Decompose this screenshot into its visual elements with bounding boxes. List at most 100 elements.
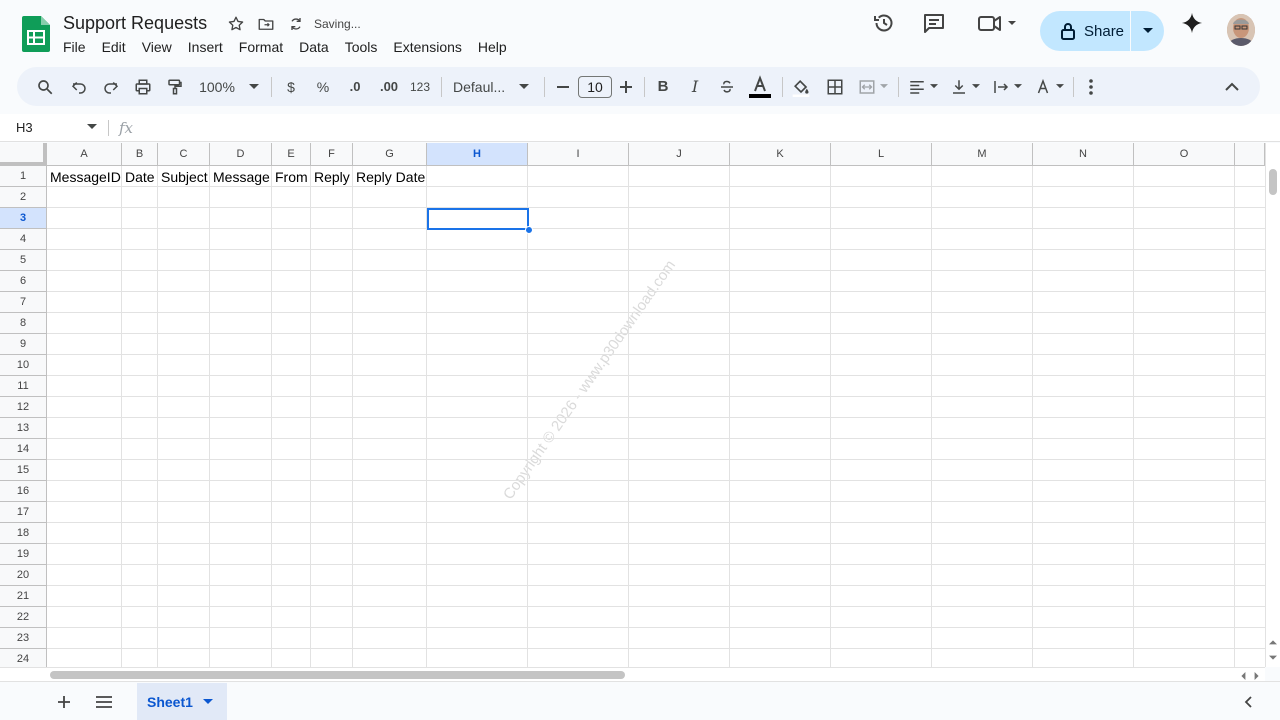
- caret-down-icon[interactable]: [87, 124, 97, 130]
- merge-cells-icon[interactable]: [855, 67, 891, 106]
- star-icon[interactable]: [226, 14, 246, 34]
- row-header-8[interactable]: 8: [0, 313, 47, 334]
- row-header-23[interactable]: 23: [0, 628, 47, 649]
- column-header-k[interactable]: K: [730, 143, 831, 166]
- row-header-16[interactable]: 16: [0, 481, 47, 502]
- gemini-icon[interactable]: [1180, 11, 1204, 35]
- redo-icon[interactable]: [99, 67, 123, 106]
- row-header-10[interactable]: 10: [0, 355, 47, 376]
- all-sheets-icon[interactable]: [92, 690, 116, 714]
- zoom-select[interactable]: 100%: [197, 67, 261, 106]
- row-header-21[interactable]: 21: [0, 586, 47, 607]
- column-header-g[interactable]: G: [353, 143, 427, 166]
- column-header-j[interactable]: J: [629, 143, 730, 166]
- cell-f1[interactable]: Reply: [311, 167, 353, 187]
- fill-handle[interactable]: [525, 226, 533, 234]
- row-header-4[interactable]: 4: [0, 229, 47, 250]
- increase-decimal-button[interactable]: .00: [375, 67, 403, 106]
- text-color-icon[interactable]: [748, 67, 772, 106]
- horizontal-scrollbar[interactable]: [0, 667, 1265, 681]
- cell-b1[interactable]: Date: [122, 167, 158, 187]
- sheets-logo[interactable]: [22, 16, 50, 52]
- italic-button[interactable]: I: [685, 67, 705, 106]
- user-avatar[interactable]: [1227, 14, 1255, 46]
- column-header-a[interactable]: A: [47, 143, 122, 166]
- row-header-3[interactable]: 3: [0, 208, 47, 229]
- cell-d1[interactable]: Message: [210, 167, 272, 187]
- menu-tools[interactable]: Tools: [345, 38, 386, 57]
- cell-c1[interactable]: Subject: [158, 167, 210, 187]
- decrease-decimal-button[interactable]: .0: [343, 67, 367, 106]
- borders-icon[interactable]: [823, 67, 847, 106]
- select-all-corner[interactable]: [0, 143, 47, 166]
- bold-button[interactable]: B: [653, 67, 673, 106]
- row-header-15[interactable]: 15: [0, 460, 47, 481]
- sheet-tab-sheet1[interactable]: Sheet1: [137, 683, 227, 720]
- cell-e1[interactable]: From: [272, 167, 311, 187]
- row-header-20[interactable]: 20: [0, 565, 47, 586]
- menu-edit[interactable]: Edit: [102, 38, 134, 57]
- menu-extensions[interactable]: Extensions: [393, 38, 469, 57]
- column-header-o[interactable]: O: [1134, 143, 1235, 166]
- name-box[interactable]: H3: [16, 120, 33, 135]
- row-header-14[interactable]: 14: [0, 439, 47, 460]
- currency-format-button[interactable]: $: [281, 67, 301, 106]
- horizontal-align-icon[interactable]: [905, 67, 941, 106]
- column-header-i[interactable]: I: [528, 143, 629, 166]
- undo-icon[interactable]: [67, 67, 91, 106]
- spreadsheet-grid[interactable]: Copyright © 2026 - www.p30download.com A…: [0, 143, 1265, 667]
- row-header-1[interactable]: 1: [0, 166, 47, 187]
- document-title[interactable]: Support Requests: [63, 13, 207, 34]
- row-header-2[interactable]: 2: [0, 187, 47, 208]
- column-header-b[interactable]: B: [122, 143, 158, 166]
- menu-file[interactable]: File: [63, 38, 94, 57]
- share-button[interactable]: Share: [1040, 11, 1130, 51]
- decrease-font-size-icon[interactable]: [554, 67, 572, 106]
- text-wrapping-icon[interactable]: [989, 67, 1025, 106]
- column-header-c[interactable]: C: [158, 143, 210, 166]
- share-options-button[interactable]: [1131, 11, 1164, 51]
- move-folder-icon[interactable]: [256, 14, 276, 34]
- vertical-scroll-thumb[interactable]: [1269, 169, 1277, 195]
- column-header-e[interactable]: E: [272, 143, 311, 166]
- search-menus-icon[interactable]: [33, 67, 57, 106]
- horizontal-scroll-thumb[interactable]: [50, 671, 625, 679]
- font-size-input[interactable]: 10: [578, 76, 612, 98]
- scroll-down-icon[interactable]: [1269, 655, 1277, 661]
- menu-help[interactable]: Help: [478, 38, 515, 57]
- print-icon[interactable]: [131, 67, 155, 106]
- column-header-h[interactable]: H: [427, 143, 528, 166]
- increase-font-size-icon[interactable]: [617, 67, 635, 106]
- cell-g1[interactable]: Reply Date: [353, 167, 427, 187]
- side-panel-toggle-icon[interactable]: [1236, 690, 1260, 714]
- row-header-7[interactable]: 7: [0, 292, 47, 313]
- menu-format[interactable]: Format: [239, 38, 291, 57]
- scroll-up-icon[interactable]: [1269, 639, 1277, 645]
- fill-color-icon[interactable]: [789, 67, 813, 106]
- vertical-scrollbar[interactable]: [1265, 143, 1280, 667]
- row-header-18[interactable]: 18: [0, 523, 47, 544]
- comment-icon[interactable]: [922, 11, 946, 35]
- text-rotation-icon[interactable]: [1031, 67, 1067, 106]
- row-header-12[interactable]: 12: [0, 397, 47, 418]
- strikethrough-icon[interactable]: [717, 67, 737, 106]
- more-options-icon[interactable]: [1081, 67, 1101, 106]
- row-header-19[interactable]: 19: [0, 544, 47, 565]
- meet-icon[interactable]: [976, 11, 1020, 35]
- collapse-toolbar-icon[interactable]: [1221, 67, 1243, 106]
- cell-a1[interactable]: MessageID: [47, 167, 122, 187]
- history-icon[interactable]: [872, 11, 896, 35]
- menu-view[interactable]: View: [142, 38, 180, 57]
- selected-cell-h3[interactable]: [427, 208, 529, 230]
- column-header-d[interactable]: D: [210, 143, 272, 166]
- scroll-right-icon[interactable]: [1254, 672, 1260, 680]
- row-header-11[interactable]: 11: [0, 376, 47, 397]
- column-header-m[interactable]: M: [932, 143, 1033, 166]
- row-header-17[interactable]: 17: [0, 502, 47, 523]
- row-header-5[interactable]: 5: [0, 250, 47, 271]
- add-sheet-icon[interactable]: [52, 690, 76, 714]
- row-header-6[interactable]: 6: [0, 271, 47, 292]
- row-header-24[interactable]: 24: [0, 649, 47, 667]
- row-header-9[interactable]: 9: [0, 334, 47, 355]
- paint-format-icon[interactable]: [163, 67, 187, 106]
